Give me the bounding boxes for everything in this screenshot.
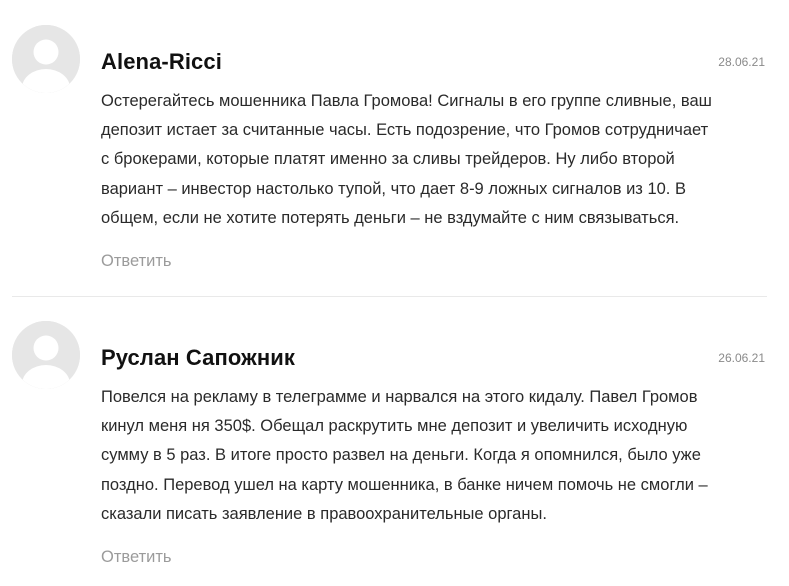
comment-text-line: вариант – инвестор настолько тупой, что … [101,179,686,198]
user-avatar-icon [12,25,80,93]
comment-text-line: Остерегайтесь мошенника Павла Громова! С… [101,92,712,110]
comment-text-line: кинул меня ня 350$. Обещал раскрутить мн… [101,417,688,436]
reply-link[interactable]: Ответить [101,548,172,567]
comment-text: Остерегайтесь мошенника Павла Громова! С… [101,87,771,233]
comment-text-line: сказали писать заявление в правоохраните… [101,504,547,523]
comment-text-line: депозит истает за считанные часы. Есть п… [101,121,709,140]
comment-text-line: сумму в 5 раз. В итоге просто развел на … [101,446,701,465]
comment-text-line: поздно. Перевод ушел на карту мошенника,… [101,475,708,494]
comment-list: Alena-Ricci 28.06.21 Остерегайтесь мошен… [0,0,789,586]
user-avatar-icon [12,321,80,389]
comment-divider [12,296,767,297]
comment-date: 26.06.21 [718,351,765,365]
comment-text-line: с брокерами, которые платят именно за сл… [101,150,675,169]
comment-text: Повелся на рекламу в телеграмме и нарвал… [101,383,771,529]
comment-author: Alena-Ricci [101,49,222,74]
reply-link[interactable]: Ответить [101,252,172,271]
comment-date: 28.06.21 [718,55,765,69]
comment-author: Руслан Сапожник [101,345,295,370]
comment-text-line: общем, если не хотите потерять деньги – … [101,208,680,227]
comment-text-line: Повелся на рекламу в телеграмме и нарвал… [101,388,698,406]
